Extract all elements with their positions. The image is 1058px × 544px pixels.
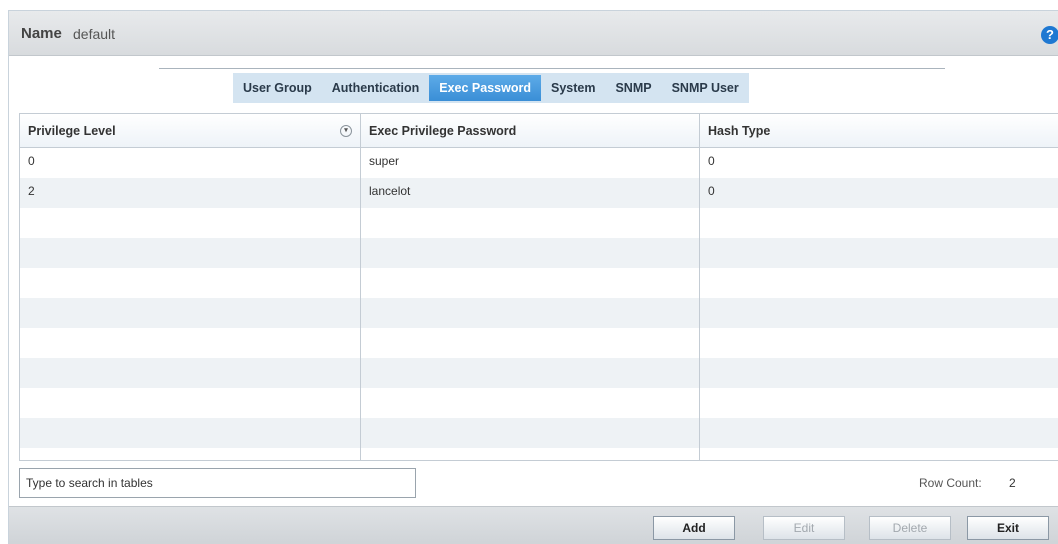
column-header-label: Privilege Level (28, 124, 116, 138)
table-header: Privilege Level ▾ Exec Privilege Passwor… (20, 114, 1058, 148)
button-bar: Add Edit Delete Exit (9, 506, 1058, 544)
table-body: 0 super 0 2 lancelot 0 (20, 148, 1058, 460)
tab-exec-password[interactable]: Exec Password (429, 75, 541, 101)
column-header-label: Exec Privilege Password (369, 124, 517, 138)
help-icon[interactable]: ? (1041, 26, 1058, 44)
tab-system[interactable]: System (541, 73, 605, 103)
tab-snmp-user[interactable]: SNMP User (662, 73, 749, 103)
column-header-exec-privilege-password[interactable]: Exec Privilege Password (361, 114, 700, 148)
empty-row (20, 238, 1058, 268)
empty-row (20, 448, 1058, 460)
add-button[interactable]: Add (653, 516, 735, 540)
cell-hash-type: 0 (708, 184, 715, 198)
empty-row (20, 358, 1058, 388)
tab-user-group[interactable]: User Group (233, 73, 322, 103)
empty-row (20, 328, 1058, 358)
tab-divider (159, 68, 945, 69)
panel-header: Name default ? (9, 11, 1058, 56)
exec-password-panel: Name default ? User Group Authentication… (8, 10, 1058, 544)
row-count-value: 2 (1009, 476, 1016, 490)
empty-row (20, 208, 1058, 238)
cell-privilege-level: 0 (20, 148, 361, 178)
cell-hash-type: 0 (708, 154, 715, 168)
empty-row (20, 388, 1058, 418)
empty-row (20, 268, 1058, 298)
name-value: default (73, 26, 116, 42)
sort-icon[interactable]: ▾ (340, 125, 352, 137)
cell-privilege-level: 2 (20, 178, 361, 208)
table-row[interactable]: 2 lancelot 0 (20, 178, 1058, 208)
cell-exec-privilege-password: lancelot (361, 178, 700, 208)
empty-row (20, 418, 1058, 448)
exit-button[interactable]: Exit (967, 516, 1049, 540)
table-search-input[interactable] (19, 468, 416, 498)
tab-bar: User Group Authentication Exec Password … (233, 73, 749, 103)
cell-exec-privilege-password: super (361, 148, 700, 178)
column-header-label: Hash Type (708, 124, 771, 138)
edit-button[interactable]: Edit (763, 516, 845, 540)
tab-snmp[interactable]: SNMP (605, 73, 661, 103)
table-row[interactable]: 0 super 0 (20, 148, 1058, 178)
row-count-label: Row Count: (919, 476, 982, 490)
name-label: Name (21, 25, 62, 42)
column-header-hash-type[interactable]: Hash Type (700, 114, 1058, 148)
column-header-privilege-level[interactable]: Privilege Level ▾ (20, 114, 361, 148)
empty-row (20, 298, 1058, 328)
tab-authentication[interactable]: Authentication (322, 73, 430, 103)
exec-password-table: Privilege Level ▾ Exec Privilege Passwor… (19, 113, 1058, 461)
delete-button[interactable]: Delete (869, 516, 951, 540)
